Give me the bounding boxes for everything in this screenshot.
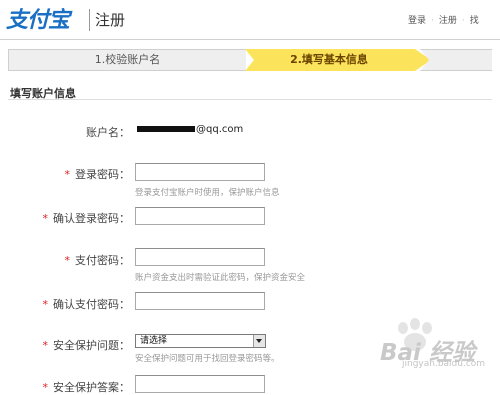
login-password-label: * 登录密码： — [64, 168, 131, 181]
link-separator: · — [461, 16, 465, 26]
page-title: 注册 — [95, 11, 126, 29]
security-question-label: * 安全保护问题： — [42, 339, 131, 352]
login-password-hint: 登录支付宝账户时使用，保护账户信息 — [135, 188, 280, 198]
required-star: * — [64, 168, 71, 181]
pay-password-input[interactable] — [135, 248, 265, 266]
security-question-select[interactable]: 请选择 — [135, 334, 266, 348]
required-star: * — [42, 339, 49, 352]
step-fill-info-label: 2.填写基本信息 — [290, 53, 368, 66]
required-star: * — [42, 212, 49, 225]
pay-password-hint: 账户资金支出时需验证此密码，保护资金安全 — [135, 273, 306, 283]
login-password-input[interactable] — [135, 163, 265, 181]
required-star: * — [42, 381, 49, 394]
alipay-logo[interactable]: 支付宝 — [6, 3, 70, 33]
confirm-pay-password-input[interactable] — [135, 292, 265, 310]
chevron-down-icon[interactable] — [253, 335, 265, 347]
header: 支付宝 注册 登录 · 注册 · 找 — [0, 0, 500, 40]
section-divider — [8, 99, 492, 100]
step-verify-account: 1.校验账户名 — [8, 49, 246, 71]
masked-email-prefix — [137, 126, 195, 132]
security-question-selected: 请选择 — [140, 336, 168, 346]
register-link[interactable]: 注册 — [439, 13, 457, 26]
pay-password-label: * 支付密码： — [64, 254, 131, 267]
required-star: * — [64, 254, 71, 267]
step-next — [420, 49, 492, 71]
required-star: * — [42, 298, 49, 311]
top-links: 登录 · 注册 · 找 — [408, 13, 479, 26]
security-answer-label: * 安全保护答案： — [42, 381, 131, 394]
progress-steps: 1.校验账户名 2.填写基本信息 — [8, 49, 492, 71]
logo-text: 支付宝 — [6, 8, 70, 33]
logo-divider — [89, 9, 90, 31]
link-separator: · — [431, 16, 434, 26]
confirm-login-password-input[interactable] — [135, 207, 265, 225]
confirm-pay-password-label: * 确认支付密码： — [42, 298, 131, 311]
account-value: @qq.com — [137, 124, 243, 135]
security-question-hint: 安全保护问题可用于找回登录密码等。 — [135, 354, 280, 364]
login-link[interactable]: 登录 — [408, 13, 426, 26]
confirm-login-password-label: * 确认登录密码： — [42, 212, 131, 225]
find-link[interactable]: 找 — [470, 13, 479, 26]
header-divider — [0, 39, 500, 40]
security-answer-input[interactable] — [135, 375, 265, 393]
account-label: 账户名： — [86, 126, 130, 139]
watermark-url: jingyan.baidu.com — [402, 359, 486, 369]
